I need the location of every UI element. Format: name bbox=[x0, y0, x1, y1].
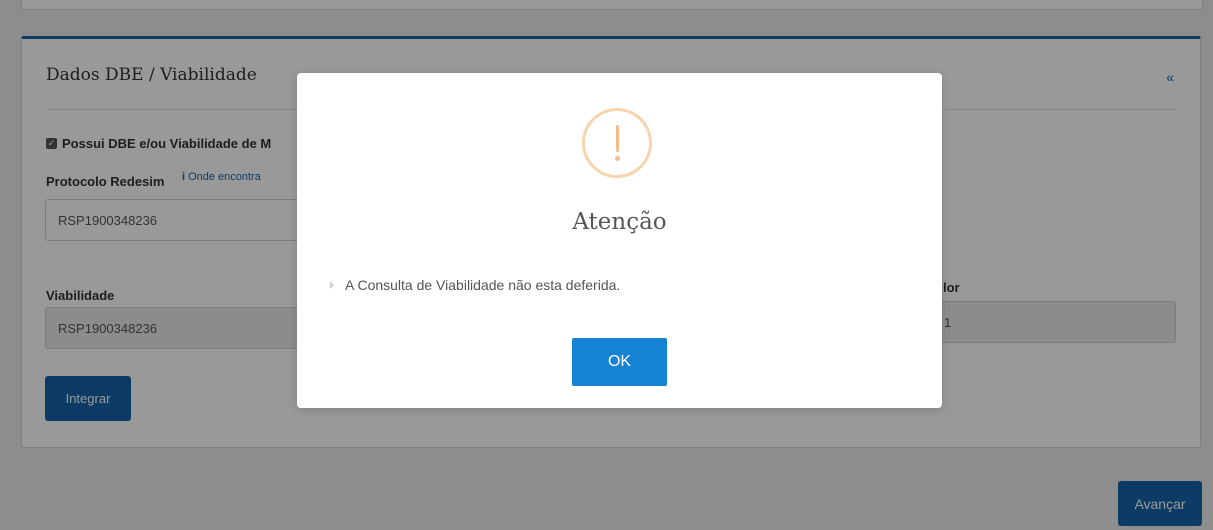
dialog-title: Atenção bbox=[572, 209, 667, 235]
dialog-message: A Consulta de Viabilidade não esta defer… bbox=[330, 277, 620, 293]
ok-button[interactable]: OK bbox=[572, 338, 667, 386]
attention-dialog: Atenção A Consulta de Viabilidade não es… bbox=[297, 73, 942, 408]
bullet-arrow-icon bbox=[330, 281, 334, 289]
warning-icon bbox=[582, 108, 652, 178]
dialog-message-text: A Consulta de Viabilidade não esta defer… bbox=[345, 277, 621, 293]
